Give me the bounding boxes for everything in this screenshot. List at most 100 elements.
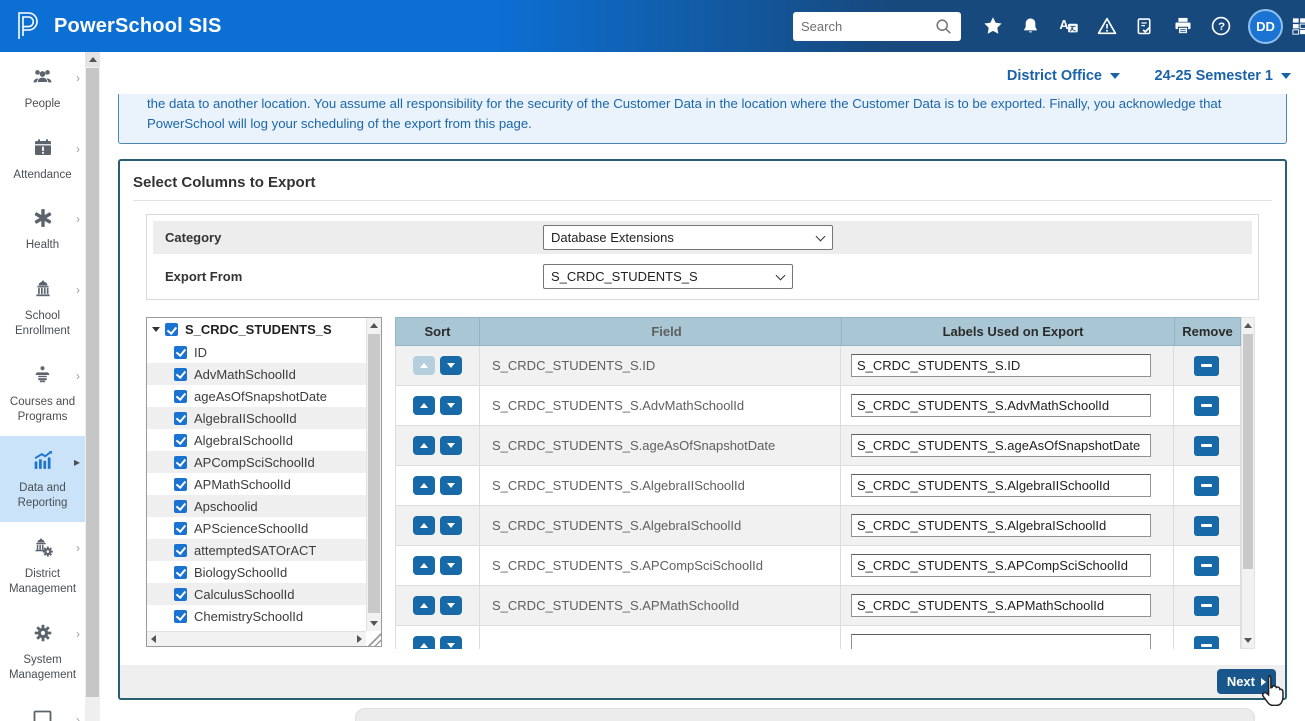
field-checkbox-item[interactable]: AlgebraISchoolId [147,429,366,451]
sidebar-item-data-and-reporting[interactable]: Data and Reporting ▸ [0,436,85,522]
checkbox-checked[interactable] [174,434,187,447]
checkbox-checked[interactable] [174,412,187,425]
sort-down-button[interactable] [440,516,462,535]
sidebar-item-courses-and-programs[interactable]: Courses and Programs › [0,350,85,436]
field-checkbox-item[interactable]: ChemistrySchoolId [147,605,366,627]
scrollbar-thumb[interactable] [1243,334,1253,569]
tree-horizontal-scrollbar[interactable] [147,631,366,646]
global-search[interactable] [793,12,961,41]
sort-up-button[interactable] [413,356,435,375]
sidebar-item-school-enrollment[interactable]: School Enrollment › [0,264,85,350]
checkbox-checked[interactable] [174,588,187,601]
search-input[interactable] [801,19,934,34]
help-icon[interactable]: ? [1209,15,1232,38]
field-checkbox-item[interactable]: attemptedSATOrACT [147,539,366,561]
sort-up-button[interactable] [413,436,435,455]
export-label-input[interactable] [851,474,1151,497]
scrollbar-thumb[interactable] [368,334,380,613]
scroll-up-arrow[interactable] [1242,318,1254,333]
sort-down-button[interactable] [440,636,462,649]
alerts-warning-icon[interactable] [1095,15,1118,38]
sort-down-button[interactable] [440,556,462,575]
sidebar-item-system-management[interactable]: System Management › [0,608,85,694]
field-checkbox-item[interactable]: AlgebraIISchoolId [147,407,366,429]
export-label-input[interactable] [851,354,1151,377]
checkbox-checked[interactable] [174,478,187,491]
scroll-down-arrow[interactable] [367,616,381,631]
export-label-input[interactable] [851,554,1151,577]
sidebar-item-health[interactable]: Health › [0,193,85,264]
checkbox-checked[interactable] [174,522,187,535]
sort-up-button[interactable] [413,516,435,535]
next-button[interactable]: Next [1217,669,1276,694]
checkbox-checked[interactable] [174,500,187,513]
scroll-left-arrow[interactable] [151,635,156,643]
school-selector[interactable]: District Office [1007,68,1120,84]
remove-button[interactable] [1194,476,1219,496]
remove-button[interactable] [1194,436,1219,456]
sort-up-button[interactable] [413,476,435,495]
sidebar-item-attendance[interactable]: Attendance › [0,123,85,194]
scrollbar-thumb[interactable] [86,68,99,697]
sort-down-button[interactable] [440,356,462,375]
scroll-right-arrow[interactable] [357,635,362,643]
sort-up-button[interactable] [413,636,435,649]
field-checkbox-item[interactable]: AdvMathSchoolId [147,363,366,385]
sort-down-button[interactable] [440,596,462,615]
translate-icon[interactable]: A [1057,15,1080,38]
search-icon[interactable] [934,17,953,36]
field-checkbox-item[interactable]: APCompSciSchoolId [147,451,366,473]
sort-up-button[interactable] [413,596,435,615]
sidebar-scrollbar[interactable] [85,52,100,721]
category-select[interactable]: Database Extensions [543,225,833,250]
sort-down-button[interactable] [440,476,462,495]
field-checkbox-item[interactable]: APScienceSchoolId [147,517,366,539]
field-checkbox-item[interactable]: ageAsOfSnapshotDate [147,385,366,407]
tree-vertical-scrollbar[interactable] [366,318,381,631]
sort-down-button[interactable] [440,436,462,455]
export-label-input[interactable] [851,634,1151,649]
term-selector[interactable]: 24-25 Semester 1 [1155,68,1292,84]
checkbox-checked[interactable] [174,610,187,623]
export-label-input[interactable] [851,514,1151,537]
resize-handle[interactable] [366,631,381,646]
checkbox-checked[interactable] [174,368,187,381]
sort-down-button[interactable] [440,396,462,415]
remove-button[interactable] [1194,596,1219,616]
field-checkbox-item[interactable]: ID [147,341,366,363]
sidebar-item-district-management[interactable]: District Management › [0,522,85,608]
checkbox-checked[interactable] [165,323,178,336]
favorites-star-icon[interactable] [981,15,1004,38]
reports-document-check-icon[interactable] [1133,15,1156,38]
field-checkbox-item[interactable]: BiologySchoolId [147,561,366,583]
checkbox-checked[interactable] [174,390,187,403]
export-label-input[interactable] [851,594,1151,617]
apps-grid-icon[interactable] [1291,15,1305,38]
scroll-down-arrow[interactable] [1242,633,1254,648]
field-checkbox-item[interactable]: Apschoolid [147,495,366,517]
notifications-bell-icon[interactable] [1019,15,1042,38]
field-checkbox-item[interactable]: CalculusSchoolId [147,583,366,605]
sidebar-item-people[interactable]: People › [0,52,85,123]
checkbox-checked[interactable] [174,566,187,579]
sidebar-item-applications[interactable]: › [0,694,85,721]
sort-up-button[interactable] [413,556,435,575]
checkbox-checked[interactable] [174,544,187,557]
user-avatar[interactable]: DD [1248,9,1283,44]
scroll-up-arrow[interactable] [367,318,381,333]
print-icon[interactable] [1171,15,1194,38]
remove-button[interactable] [1194,396,1219,416]
export-from-select[interactable]: S_CRDC_STUDENTS_S [543,264,793,289]
collapse-caret-icon[interactable] [152,327,160,332]
scroll-up-arrow[interactable] [85,52,100,67]
remove-button[interactable] [1194,556,1219,576]
export-label-input[interactable] [851,394,1151,417]
checkbox-checked[interactable] [174,346,187,359]
remove-button[interactable] [1194,516,1219,536]
remove-button[interactable] [1194,636,1219,650]
export-label-input[interactable] [851,434,1151,457]
field-tree-root[interactable]: S_CRDC_STUDENTS_S [147,318,366,341]
checkbox-checked[interactable] [174,456,187,469]
field-checkbox-item[interactable]: APMathSchoolId [147,473,366,495]
remove-button[interactable] [1194,356,1219,376]
